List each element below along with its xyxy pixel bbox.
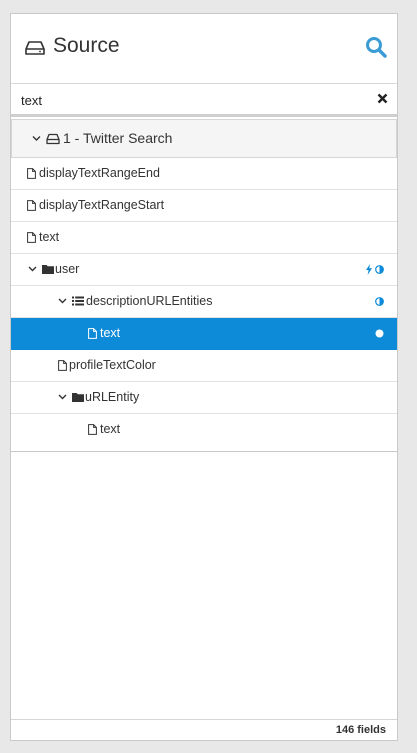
tree-row-label: user (55, 262, 80, 276)
tree-group-label: 1 - Twitter Search (63, 130, 173, 146)
tree-row-label: displayTextRangeStart (39, 198, 165, 212)
panel-title: Source (53, 34, 120, 57)
file-icon (27, 232, 36, 243)
tree-row-label: text (100, 326, 121, 340)
file-icon (58, 360, 67, 371)
tree-row[interactable]: profileTextColor (11, 350, 397, 382)
panel-header: Source (11, 14, 397, 84)
file-icon (88, 328, 97, 339)
list-icon (72, 296, 84, 306)
filter-bar (11, 84, 397, 117)
tree-row-label: displayTextRangeEnd (39, 166, 160, 180)
chevron-down-icon[interactable] (32, 134, 41, 143)
chevron-down-icon[interactable] (28, 266, 37, 273)
panel-footer: 146 fields (11, 719, 397, 740)
drive-icon (46, 133, 60, 145)
tree-row-label: profileTextColor (69, 358, 156, 372)
field-tree: 1 - Twitter Search displayTextRangeEnd d… (11, 119, 398, 452)
tree-row-selected[interactable]: text (11, 318, 397, 350)
tree-row-description-url-entities[interactable]: descriptionURLEntities (11, 286, 397, 318)
tree-row[interactable]: displayTextRangeEnd (11, 158, 397, 190)
tree-row-user[interactable]: user (11, 254, 397, 286)
tree-row-label: text (100, 422, 121, 436)
drive-icon (25, 41, 45, 55)
field-count: 146 fields (335, 724, 386, 736)
close-icon[interactable] (377, 93, 388, 104)
chevron-down-icon[interactable] (58, 298, 67, 305)
folder-icon (42, 265, 54, 274)
file-icon (88, 424, 97, 435)
tree-group-header[interactable]: 1 - Twitter Search (11, 119, 397, 158)
file-icon (27, 168, 36, 179)
source-panel: Source 1 - Twitter Search (10, 13, 398, 741)
tree-row-label: descriptionURLEntities (86, 294, 213, 308)
folder-icon (72, 393, 84, 402)
chevron-down-icon[interactable] (58, 394, 67, 401)
bolt-icon[interactable] (366, 264, 372, 275)
filter-input[interactable] (21, 90, 351, 110)
file-icon (27, 200, 36, 211)
tree-row[interactable]: text (11, 222, 397, 254)
half-circle-icon[interactable] (375, 265, 384, 274)
tree-row[interactable]: displayTextRangeStart (11, 190, 397, 222)
tree-row-label: text (39, 230, 60, 244)
dot-icon[interactable] (375, 329, 384, 338)
tree-row[interactable]: text (11, 414, 397, 446)
tree-row-label: uRLEntity (85, 390, 140, 404)
half-circle-icon[interactable] (375, 297, 384, 306)
search-icon[interactable] (365, 36, 387, 58)
tree-row-url-entity[interactable]: uRLEntity (11, 382, 397, 414)
